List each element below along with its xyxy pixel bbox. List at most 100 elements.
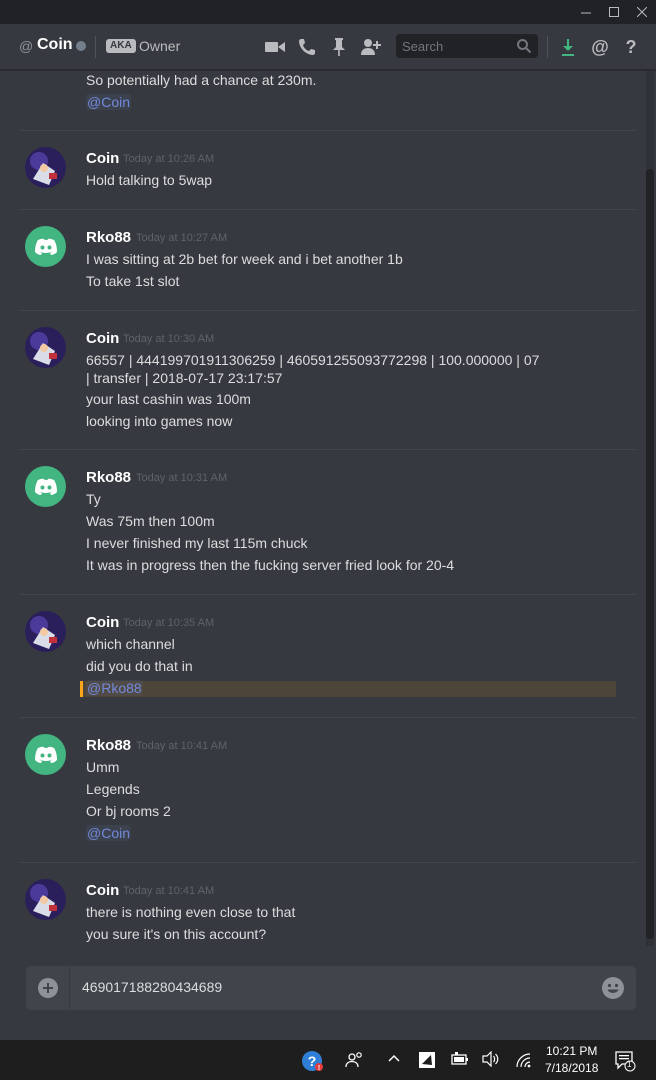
channel-name[interactable]: Coin <box>37 36 73 54</box>
add-user-icon <box>361 39 381 55</box>
discord-logo-icon <box>34 238 57 255</box>
close-window-button[interactable] <box>628 0 656 24</box>
people-tray-button[interactable] <box>345 1051 365 1069</box>
notification-count: 1 <box>627 1060 632 1069</box>
avatar-rko88[interactable] <box>25 226 66 267</box>
message-timestamp: Today at 10:26 AM <box>123 153 215 165</box>
pinned-messages-button[interactable] <box>328 36 350 58</box>
mention-line: @Coin <box>86 94 132 110</box>
clock-time[interactable]: 10:21 PM <box>546 1044 597 1058</box>
message-timestamp: Today at 10:27 AM <box>136 232 228 244</box>
download-button[interactable] <box>557 36 579 58</box>
message-line: | transfer | 2018-07-17 23:17:57 <box>86 370 283 386</box>
help-circle-icon: ?! <box>302 1051 323 1072</box>
message-author[interactable]: Rko88 <box>86 469 131 486</box>
voice-call-button[interactable] <box>296 36 318 58</box>
volume-button[interactable] <box>482 1051 500 1067</box>
user-mention[interactable]: @Coin <box>86 94 132 110</box>
message-line: Ty <box>86 491 101 507</box>
upload-button[interactable] <box>26 966 70 1010</box>
message-line: I never finished my last 115m chuck <box>86 535 308 551</box>
mention-highlight <box>80 681 616 697</box>
svg-text:!: ! <box>318 1065 320 1072</box>
avatar-coin[interactable] <box>25 611 66 652</box>
avatar-coin[interactable] <box>25 147 66 188</box>
message-line: there is nothing even close to that <box>86 904 296 920</box>
message-divider <box>20 449 636 450</box>
discord-logo-icon <box>34 478 57 495</box>
message-author[interactable]: Coin <box>86 330 119 347</box>
at-symbol: @ <box>19 38 34 54</box>
video-camera-icon <box>265 42 285 52</box>
avatar-coin[interactable] <box>25 879 66 920</box>
message-divider <box>20 209 636 210</box>
message-divider <box>20 717 636 718</box>
message-author[interactable]: Rko88 <box>86 229 131 246</box>
maximize-button[interactable] <box>600 0 628 24</box>
message-line: Legends <box>86 781 140 797</box>
mention-line: @Coin <box>86 825 132 841</box>
show-hidden-icons-button[interactable] <box>387 1052 401 1066</box>
coin-avatar-image <box>25 327 66 368</box>
message-line: 66557 | 444199701911306259 | 46059125509… <box>86 352 540 368</box>
message-line: Was 75m then 100m <box>86 513 215 529</box>
battery-icon <box>451 1052 468 1065</box>
app-tray-button[interactable] <box>418 1051 436 1069</box>
emoji-button[interactable] <box>602 977 624 1004</box>
wifi-icon <box>516 1053 531 1068</box>
minimize-button[interactable] <box>572 0 600 24</box>
message-divider <box>20 594 636 595</box>
phone-icon <box>299 39 315 55</box>
message-author[interactable]: Coin <box>86 882 119 899</box>
message-line: It was in progress then the fucking serv… <box>86 557 455 573</box>
message-composer[interactable]: 469017188280434689 <box>26 966 636 1010</box>
message-line: To take 1st slot <box>86 273 180 289</box>
help-button[interactable]: ? <box>620 36 642 58</box>
avatar-coin[interactable] <box>25 327 66 368</box>
message-author[interactable]: Rko88 <box>86 737 131 754</box>
add-friend-button[interactable] <box>360 36 382 58</box>
close-icon <box>637 7 647 17</box>
message-scrollbar[interactable] <box>646 71 654 946</box>
message-author[interactable]: Coin <box>86 614 119 631</box>
at-mention-icon: @ <box>591 36 609 57</box>
chevron-up-icon <box>388 1054 400 1062</box>
message-input[interactable]: 469017188280434689 <box>82 979 222 995</box>
search-input[interactable]: Search <box>396 34 538 58</box>
scrollbar-thumb[interactable] <box>646 169 654 939</box>
action-center-button[interactable]: 1 <box>614 1050 636 1072</box>
message-line: Hold talking to 5wap <box>86 172 213 188</box>
avatar-rko88[interactable] <box>25 734 66 775</box>
coin-avatar-image <box>25 879 66 920</box>
mention-line: @Rko88 <box>86 680 143 696</box>
user-mention[interactable]: @Coin <box>86 825 132 841</box>
search-placeholder: Search <box>402 39 444 54</box>
app-tray-icon <box>419 1052 435 1068</box>
download-icon <box>562 39 574 56</box>
clock-date[interactable]: 7/18/2018 <box>545 1061 598 1075</box>
message-timestamp: Today at 10:31 AM <box>136 472 228 484</box>
message-line: So potentially had a chance at 230m. <box>86 72 317 88</box>
smiley-icon <box>602 977 624 999</box>
help-tray-button[interactable]: ?! <box>301 1050 323 1072</box>
mentions-button[interactable]: @ <box>589 36 611 58</box>
user-mention[interactable]: @Rko88 <box>86 680 143 696</box>
battery-button[interactable] <box>451 1052 469 1066</box>
aka-badge: AKA <box>106 39 136 53</box>
message-line: you sure it's on this account? <box>86 926 267 942</box>
avatar-rko88[interactable] <box>25 466 66 507</box>
message-line: your last cashin was 100m <box>86 391 251 407</box>
discord-logo-icon <box>34 746 57 763</box>
message-list: So potentially had a chance at 230m. @Co… <box>0 71 646 946</box>
people-icon <box>345 1052 362 1068</box>
message-line: Umm <box>86 759 120 775</box>
header-divider-2 <box>547 36 548 58</box>
wifi-button[interactable] <box>515 1052 533 1068</box>
message-divider <box>20 130 636 131</box>
message-divider <box>20 310 636 311</box>
video-call-button[interactable] <box>264 36 286 58</box>
aka-value: Owner <box>139 38 181 54</box>
message-timestamp: Today at 10:30 AM <box>123 333 215 345</box>
message-line: did you do that in <box>86 658 193 674</box>
message-author[interactable]: Coin <box>86 150 119 167</box>
